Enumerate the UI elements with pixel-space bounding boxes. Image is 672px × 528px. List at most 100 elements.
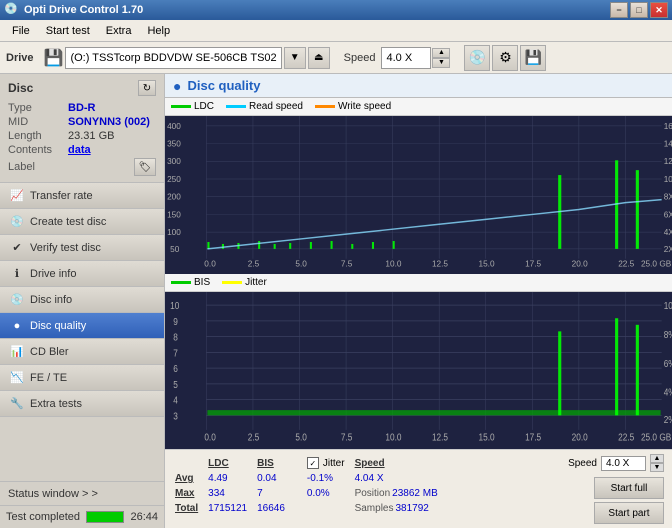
close-button[interactable]: ✕	[650, 2, 668, 18]
svg-text:10.0: 10.0	[385, 260, 402, 269]
legend-ldc: LDC	[171, 101, 214, 112]
verify-disc-icon: ✔	[10, 241, 24, 255]
legend-ldc-color	[171, 105, 191, 108]
stats-avg-jitter: -0.1%	[307, 472, 353, 485]
sidebar-item-verify-test-disc[interactable]: ✔ Verify test disc	[0, 235, 164, 261]
top-chart: 400 350 300 250 200 150 100 50 16X 14X 1…	[165, 116, 672, 274]
svg-text:10X: 10X	[664, 175, 672, 184]
status-completed: Test completed 26:44	[0, 506, 164, 528]
svg-text:10.0: 10.0	[385, 431, 401, 443]
sidebar-item-drive-info[interactable]: ℹ Drive info	[0, 261, 164, 287]
disc-icon-btn[interactable]: 💿	[464, 45, 490, 71]
svg-text:25.0 GB: 25.0 GB	[641, 260, 671, 269]
svg-text:12.5: 12.5	[432, 431, 448, 443]
speed-arrows: ▲ ▼	[432, 48, 450, 68]
svg-text:100: 100	[167, 228, 181, 237]
sidebar-menu: 📈 Transfer rate 💿 Create test disc ✔ Ver…	[0, 183, 164, 417]
svg-text:4: 4	[173, 394, 178, 406]
cd-bler-icon: 📊	[10, 345, 24, 359]
svg-text:4X: 4X	[664, 228, 672, 237]
sidebar-item-transfer-rate[interactable]: 📈 Transfer rate	[0, 183, 164, 209]
speed-stepper: ▲ ▼	[650, 454, 664, 472]
speed-dropdown-label: Speed	[568, 458, 597, 469]
settings-icon-btn[interactable]: ⚙	[492, 45, 518, 71]
legend-write-speed: Write speed	[315, 101, 391, 112]
menu-extra[interactable]: Extra	[98, 23, 140, 39]
menu-file[interactable]: File	[4, 23, 38, 39]
svg-text:17.5: 17.5	[525, 260, 542, 269]
svg-text:12X: 12X	[664, 157, 672, 166]
title-bar: 💿 Opti Drive Control 1.70 − □ ✕	[0, 0, 672, 20]
sidebar-item-fe-te[interactable]: 📉 FE / TE	[0, 365, 164, 391]
maximize-button[interactable]: □	[630, 2, 648, 18]
app-title: Opti Drive Control 1.70	[24, 4, 610, 16]
stats-avg-speed: 4.04 X	[355, 472, 446, 485]
sidebar-item-create-test-disc[interactable]: 💿 Create test disc	[0, 209, 164, 235]
bottom-chart-svg: 10 9 8 7 6 5 4 3 10% 8% 6% 4% 2% 0.0 2.5…	[165, 292, 672, 450]
sidebar-item-cd-bler[interactable]: 📊 CD Bler	[0, 339, 164, 365]
disc-label-icon[interactable]: 🏷	[134, 158, 156, 176]
speed-dropdown[interactable]: 4.0 X	[601, 456, 646, 471]
sidebar-item-disc-quality[interactable]: ● Disc quality	[0, 313, 164, 339]
start-buttons-area: Speed 4.0 X ▲ ▼ Start full Start part	[568, 454, 664, 524]
disc-refresh-btn[interactable]: ↻	[138, 80, 156, 96]
content-title: Disc quality	[187, 78, 260, 93]
create-disc-icon: 💿	[10, 215, 24, 229]
svg-text:3: 3	[173, 410, 178, 422]
svg-text:4%: 4%	[664, 386, 672, 398]
svg-text:14X: 14X	[664, 140, 672, 149]
menu-help[interactable]: Help	[139, 23, 178, 39]
drive-eject-btn[interactable]: ⏏	[308, 47, 330, 69]
content-area: ● Disc quality LDC Read speed Write spee…	[165, 74, 672, 528]
stats-avg-label: Avg	[175, 472, 206, 485]
svg-text:0.0: 0.0	[204, 431, 215, 443]
svg-text:9: 9	[173, 315, 178, 327]
content-header-icon: ●	[173, 78, 181, 94]
speed-stepper-down[interactable]: ▼	[650, 463, 664, 472]
speed-down-btn[interactable]: ▼	[432, 58, 450, 68]
disc-contents-value[interactable]: data	[68, 144, 91, 156]
save-icon-btn[interactable]: 💾	[520, 45, 546, 71]
top-chart-svg: 400 350 300 250 200 150 100 50 16X 14X 1…	[165, 116, 672, 274]
legend-read-speed: Read speed	[226, 101, 303, 112]
svg-text:2.5: 2.5	[248, 431, 259, 443]
svg-text:7: 7	[173, 347, 178, 359]
legend-jitter-color	[222, 281, 242, 284]
drive-dropdown-btn[interactable]: ▼	[284, 47, 306, 69]
svg-text:5: 5	[173, 378, 178, 390]
drive-info-icon: ℹ	[10, 267, 24, 281]
drive-select[interactable]: (O:) TSSTcorp BDDVDW SE-506CB TS02	[65, 47, 281, 69]
disc-type-value: BD-R	[68, 102, 96, 114]
minimize-button[interactable]: −	[610, 2, 628, 18]
app-icon: 💿	[4, 2, 20, 18]
jitter-checkbox[interactable]: ✓	[307, 457, 319, 469]
start-full-btn[interactable]: Start full	[594, 477, 664, 499]
status-window-btn[interactable]: Status window > >	[0, 482, 164, 506]
samples-wrapper: Samples 381792	[355, 503, 438, 514]
stats-samples-label: Samples	[355, 503, 394, 514]
bottom-chart: 10 9 8 7 6 5 4 3 10% 8% 6% 4% 2% 0.0 2.5…	[165, 292, 672, 450]
menu-start-test[interactable]: Start test	[38, 23, 98, 39]
status-section: Status window > > Test completed 26:44	[0, 481, 164, 528]
svg-text:350: 350	[167, 140, 181, 149]
svg-text:5.0: 5.0	[295, 260, 307, 269]
svg-text:2X: 2X	[664, 245, 672, 254]
start-part-btn[interactable]: Start part	[594, 502, 664, 524]
legend-write-speed-color	[315, 105, 335, 108]
disc-quality-icon: ●	[10, 319, 24, 333]
speed-dropdown-wrapper: Position 23862 MB	[355, 488, 438, 499]
stats-max-jitter: 0.0%	[307, 487, 353, 500]
sidebar-item-extra-tests[interactable]: 🔧 Extra tests	[0, 391, 164, 417]
svg-text:8%: 8%	[664, 329, 672, 341]
disc-panel-title: Disc	[8, 81, 33, 95]
stats-total-ldc: 1715121	[208, 502, 255, 515]
svg-text:17.5: 17.5	[525, 431, 541, 443]
sidebar-item-disc-info[interactable]: 💿 Disc info	[0, 287, 164, 313]
disc-panel: Disc ↻ Type BD-R MID SONYNN3 (002) Lengt…	[0, 74, 164, 183]
speed-up-btn[interactable]: ▲	[432, 48, 450, 58]
progress-bar	[86, 511, 124, 523]
speed-select[interactable]: 4.0 X	[381, 47, 431, 69]
speed-stepper-up[interactable]: ▲	[650, 454, 664, 463]
drive-bar: Drive 💾 (O:) TSSTcorp BDDVDW SE-506CB TS…	[0, 42, 672, 74]
extra-tests-icon: 🔧	[10, 397, 24, 411]
